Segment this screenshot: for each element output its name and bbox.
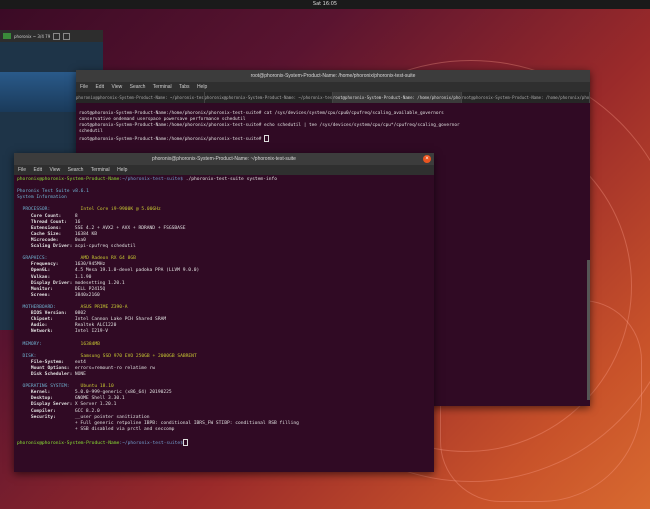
info-value: + Full generic retpoline IBPB: condition…	[74, 420, 299, 426]
info-label: Scaling Driver:	[30, 244, 73, 250]
close-button[interactable]: ×	[423, 155, 431, 163]
info-label: Disk Scheduler:	[30, 372, 73, 377]
info-value: 1630/945MHz	[74, 262, 106, 268]
prompt-path: :~/phoronix-test-suite$	[119, 441, 183, 447]
menu-tabs[interactable]: Tabs	[179, 84, 190, 90]
terminal-tab[interactable]: phoronix@phoronix-System-Product-Name: ~…	[76, 92, 205, 103]
info-value: SSE 4.2 + AVX2 + AVX + RDRAND + FSGSBASE	[74, 225, 186, 231]
info-value: errors=remount-ro relatime rw	[74, 365, 156, 371]
info-value: 8	[74, 213, 78, 219]
prompt-user: phoronix@phoronix-System-Product-Name	[17, 177, 120, 182]
phoronix-terminal-output[interactable]: phoronix@phoronix-System-Product-Name:~/…	[14, 175, 434, 449]
menu-edit[interactable]: Edit	[33, 167, 42, 173]
terminal-tab-active[interactable]: root@phoronix-System-Product-Name: /home…	[333, 92, 462, 103]
menu-view[interactable]: View	[49, 167, 60, 173]
menu-terminal[interactable]: Terminal	[91, 167, 110, 173]
maximize-icon[interactable]	[53, 32, 61, 40]
info-value: GNOME Shell 3.30.1	[74, 396, 125, 402]
info-value: 1.1.90	[74, 274, 92, 280]
info-value: 0xa0	[74, 237, 86, 243]
cursor	[264, 135, 270, 142]
info-value: 4.5 Mesa 19.1.0-devel padoka PPA (LLVM 9…	[74, 268, 200, 274]
menu-edit[interactable]: Edit	[95, 84, 104, 90]
info-value: NONE	[74, 372, 86, 377]
section-value: ASUS PRIME Z390-A	[80, 304, 128, 310]
root-terminal-output[interactable]: root@phoronix-System-Product-Name:/home/…	[76, 103, 590, 145]
info-value: Realtek ALC1220	[74, 323, 117, 329]
prompt-path: :~/phoronix-test-suite$	[119, 177, 183, 182]
phoronix-terminal-menubar: File Edit View Search Terminal Help	[14, 165, 434, 175]
info-value: 3840x2160	[74, 292, 100, 298]
info-value: X Server 1.20.1	[74, 402, 117, 408]
menu-terminal[interactable]: Terminal	[153, 84, 172, 90]
info-value: 5.0.0-999-generic (x86_64) 20190225	[74, 390, 172, 396]
section-value: Intel Core i9-9900K @ 5.00GHz	[80, 207, 161, 213]
info-value: __user pointer sanitization	[74, 414, 150, 420]
section-name: MEMORY:	[22, 341, 42, 347]
info-value: acpi-cpufreq schedutil	[74, 244, 136, 250]
clock[interactable]: Sat 16:05	[313, 1, 337, 7]
menu-search[interactable]: Search	[68, 167, 84, 173]
terminal-tab[interactable]: phoronix@phoronix-System-Product-Name: ~…	[205, 92, 333, 103]
prompt: root@phoronix-System-Product-Name:/home/…	[79, 137, 265, 142]
phoronix-terminal-title: phoronix@phoronix-System-Product-Name: ~…	[152, 156, 296, 162]
phoronix-terminal-window[interactable]: phoronix@phoronix-System-Product-Name: ~…	[14, 153, 434, 472]
section-value: Samsung SSD 970 EVO 250GB + 2000GB SABRE…	[80, 353, 197, 359]
root-terminal-title: root@phoronix-System-Product-Name: /home…	[250, 73, 416, 79]
app-icon	[3, 33, 11, 39]
top-bar: Sat 16:05	[0, 0, 650, 9]
background-window-titlebar[interactable]: phoronix ~ 3/4 79	[0, 30, 103, 42]
info-label: Network:	[30, 329, 53, 335]
root-terminal-menubar: File Edit View Search Terminal Tabs Help	[76, 82, 590, 92]
menu-help[interactable]: Help	[117, 167, 127, 173]
background-window-label: phoronix ~ 3/4 79	[14, 33, 51, 39]
menu-search[interactable]: Search	[130, 84, 146, 90]
menu-help[interactable]: Help	[197, 84, 207, 90]
section-value: Ubuntu 18.10	[80, 384, 114, 390]
prompt-user: phoronix@phoronix-System-Product-Name	[17, 441, 120, 447]
terminal-line: phoronix@phoronix-System-Product-Name:~/…	[17, 439, 431, 447]
terminal-line: root@phoronix-System-Product-Name:/home/…	[79, 135, 587, 143]
info-value: 16384 KB	[74, 231, 97, 237]
info-label: Security:	[30, 414, 56, 420]
info-value: GCC 8.2.0	[74, 408, 100, 414]
info-value: ext4	[74, 359, 86, 365]
root-terminal-titlebar[interactable]: root@phoronix-System-Product-Name: /home…	[76, 70, 590, 82]
command: ./phoronix-test-suite system-info	[182, 177, 278, 182]
phoronix-terminal-titlebar[interactable]: phoronix@phoronix-System-Product-Name: ~…	[14, 153, 434, 165]
info-value: Intel Cannon Lake PCH Shared SRAM	[74, 317, 167, 323]
info-value: DELL P2415Q	[74, 286, 106, 292]
menu-file[interactable]: File	[80, 84, 88, 90]
info-value: 16	[74, 219, 81, 225]
restore-icon[interactable]	[63, 32, 71, 40]
cursor	[182, 439, 188, 447]
info-value: + SSB disabled via prctl and seccomp	[74, 426, 175, 432]
menu-view[interactable]: View	[111, 84, 122, 90]
info-value: Intel I219-V	[74, 329, 109, 335]
scrollbar[interactable]	[587, 260, 590, 400]
info-value: 0802	[74, 311, 86, 317]
info-label: Screen:	[30, 292, 51, 298]
menu-file[interactable]: File	[18, 167, 26, 173]
section-value: AMD Radeon RX 64 8GB	[80, 256, 136, 262]
section-value: 16384MB	[80, 341, 100, 347]
terminal-tab[interactable]: root@phoronix-System-Product-Name: /home…	[462, 92, 590, 103]
terminal-tab-bar: phoronix@phoronix-System-Product-Name: ~…	[76, 92, 590, 103]
info-value: modesetting 1.20.1	[74, 280, 125, 286]
